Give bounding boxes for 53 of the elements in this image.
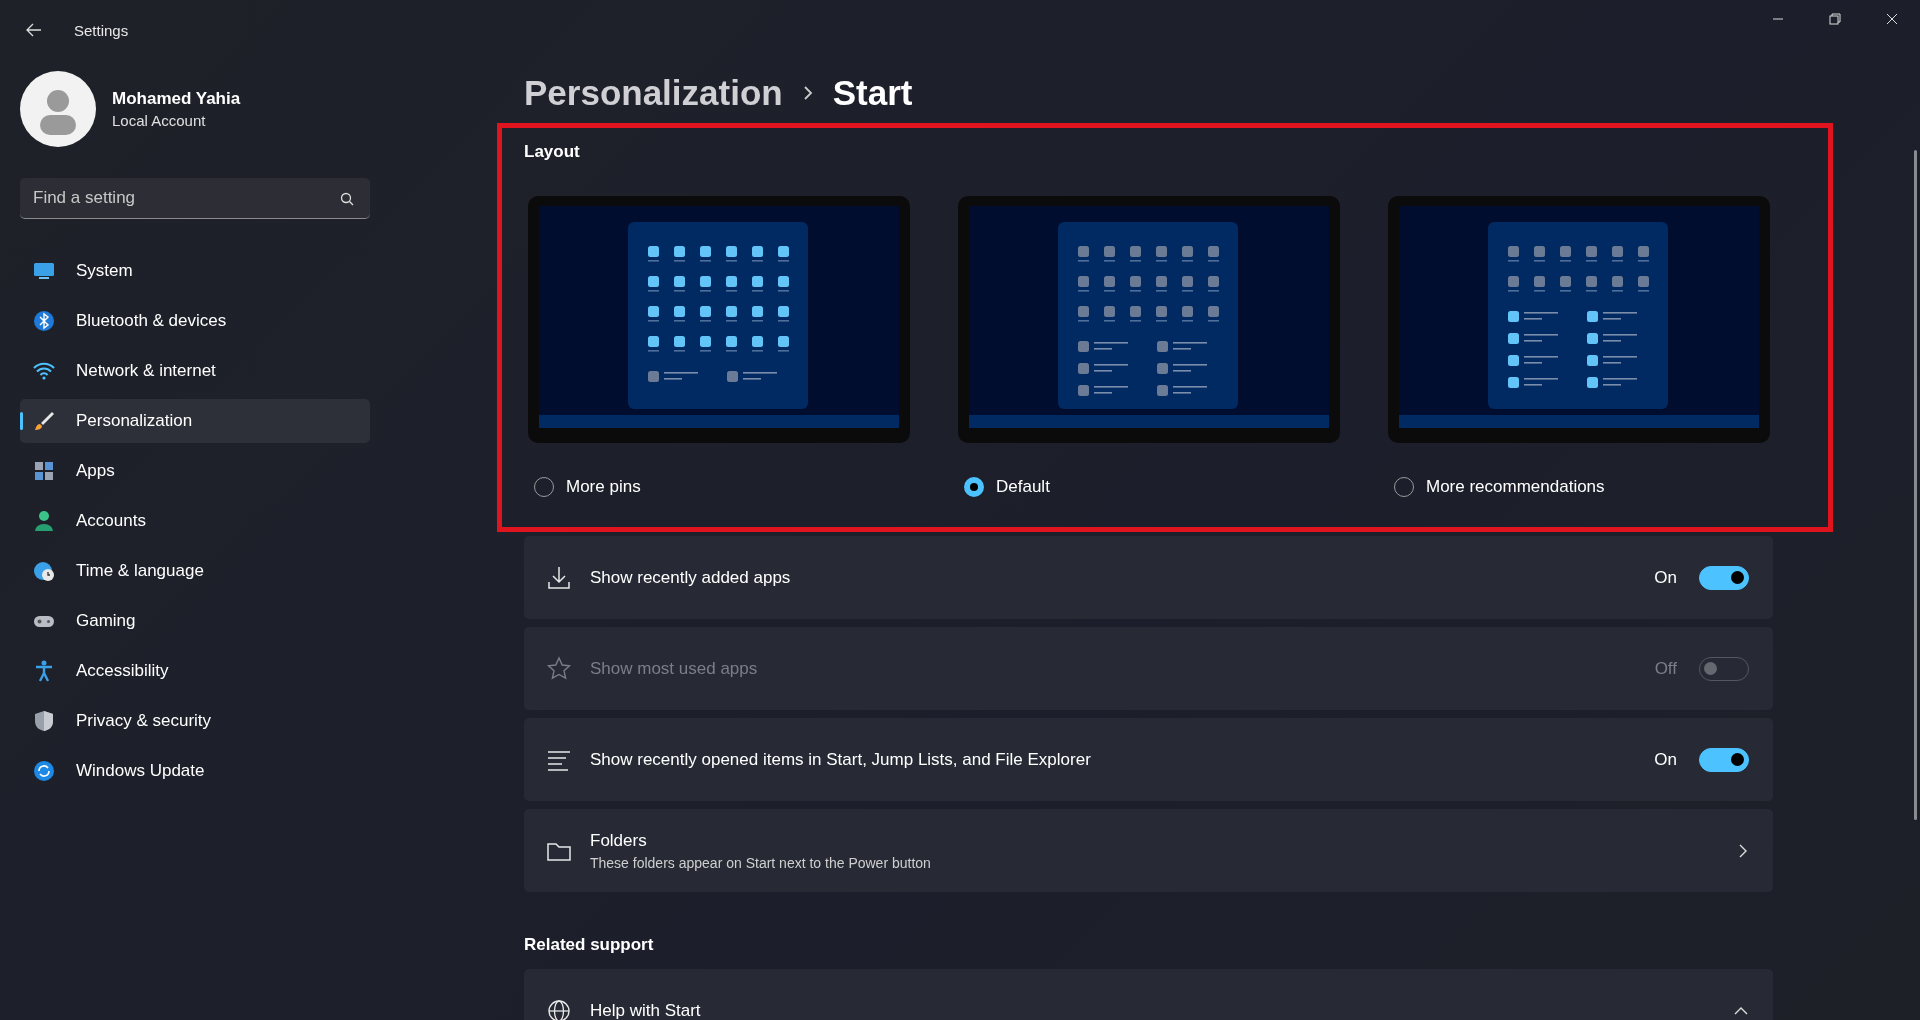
sidebar-item[interactable]: Apps — [20, 449, 370, 493]
setting-row[interactable]: Show recently added apps On — [524, 536, 1773, 619]
toggle-switch[interactable] — [1699, 747, 1749, 772]
sidebar-item[interactable]: Accounts — [20, 499, 370, 543]
account-type: Local Account — [112, 112, 207, 129]
bluetooth-icon — [32, 309, 56, 333]
setting-label: Show recently opened items in Start, Jump Lists, and File Explorer — [590, 749, 1092, 770]
brush-icon — [32, 409, 56, 433]
star-icon — [546, 655, 572, 682]
search-field[interactable]: Find a setting — [20, 178, 370, 219]
help-label: Help with Start — [590, 1000, 702, 1020]
page-title: Start — [832, 73, 913, 113]
layout-radio-button[interactable]: More pins — [534, 477, 910, 497]
setting-label: Show recently added apps — [590, 567, 792, 588]
toggle-switch[interactable] — [1699, 565, 1749, 590]
close-icon — [1885, 13, 1898, 25]
sidebar-item[interactable]: Privacy & security — [20, 699, 370, 743]
globe-icon — [546, 997, 572, 1020]
sidebar-item[interactable]: Bluetooth & devices — [20, 299, 370, 343]
section-heading: Layout — [524, 142, 581, 162]
layout-radio-button[interactable]: Default — [964, 477, 1340, 497]
back-arrow-icon — [26, 22, 42, 38]
chevron-right-icon — [1737, 842, 1749, 859]
setting-description: These folders appear on Start next to the Power button — [590, 854, 932, 871]
download-icon — [546, 564, 572, 591]
section-heading: Related support — [524, 935, 655, 955]
sidebar-item[interactable]: Accessibility — [20, 649, 370, 693]
sidebar-item[interactable]: Network & internet — [20, 349, 370, 393]
setting-row[interactable]: Show recently opened items in Start, Jump Lists, and File Explorer On — [524, 718, 1773, 801]
search-icon — [340, 192, 354, 206]
window-title: Settings — [74, 21, 129, 39]
apps-icon — [32, 459, 56, 483]
person-icon — [32, 509, 56, 533]
sidebar-item[interactable]: System — [20, 249, 370, 293]
toggle-state-text: On — [1654, 567, 1677, 588]
toggle-state-text: On — [1654, 749, 1677, 770]
layout-radio-button[interactable]: More recommendations — [1394, 477, 1770, 497]
sidebar-item[interactable]: Personalization — [20, 399, 370, 443]
setting-label: Folders — [590, 830, 648, 851]
sidebar-item[interactable]: Windows Update — [20, 749, 370, 793]
restore-icon — [1828, 13, 1841, 25]
sidebar-item[interactable]: Time & language — [20, 549, 370, 593]
setting-row[interactable]: Folders These folders appear on Start next to the Power button — [524, 809, 1773, 892]
setting-label: Show most used apps — [590, 658, 759, 679]
toggle-state-text: Off — [1654, 658, 1677, 679]
shield-icon — [32, 709, 56, 733]
sync-icon — [32, 759, 56, 783]
help-row[interactable]: Help with Start — [524, 969, 1773, 1020]
sidebar-item[interactable]: Gaming — [20, 599, 370, 643]
scrollbar[interactable] — [1914, 150, 1917, 820]
clock-globe-icon — [32, 559, 56, 583]
breadcrumb-parent[interactable]: Personalization — [524, 73, 783, 113]
account-name: Mohamed Yahia — [112, 89, 241, 109]
